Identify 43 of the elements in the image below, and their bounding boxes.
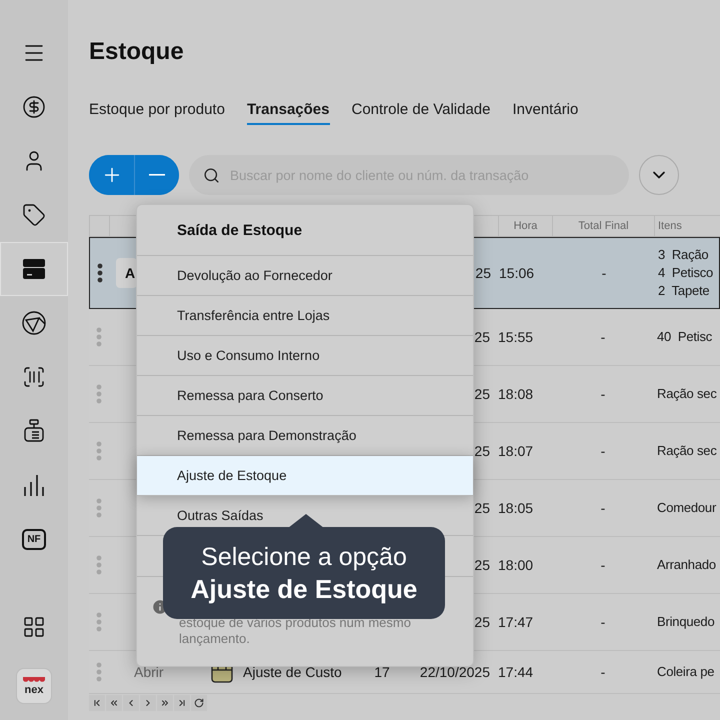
- menu-title: Saída de Estoque: [177, 222, 302, 238]
- table-cell: 18:00: [498, 557, 534, 573]
- table-cell: -: [600, 664, 606, 680]
- table-cell: 17: [374, 664, 390, 680]
- table-cell-text: Coleira pe: [656, 663, 716, 681]
- page-title: Estoque: [89, 37, 185, 67]
- table-cell: 25: [475, 265, 491, 281]
- column-header: Total Final: [578, 220, 629, 232]
- table-cell: 25: [474, 386, 490, 402]
- table-cell-text: Ração sec: [656, 442, 718, 460]
- table-cell: 18:07: [498, 443, 534, 459]
- table-cell: 25: [474, 614, 490, 630]
- column-header: Itens: [658, 220, 682, 232]
- table-cell-text: Comedour: [656, 499, 718, 517]
- table-cell: 18:08: [498, 386, 534, 402]
- info-text: estoque de vários produtos num mesmo lançamento.: [179, 614, 412, 647]
- table-cell: 15:06: [499, 265, 534, 281]
- table-cell: 15:55: [498, 329, 534, 345]
- table-cell: Ajuste de Custo: [243, 664, 342, 680]
- logo-text: nex: [24, 684, 44, 696]
- table-cell: 25: [474, 443, 490, 459]
- nf-icon: NF: [22, 528, 46, 550]
- table-cell-text: Ração sec: [656, 385, 718, 403]
- table-cell: 22/10/2025: [420, 664, 490, 680]
- tooltip-text: Selecione a opção: [201, 542, 407, 572]
- table-cell: -: [600, 500, 606, 516]
- table-cell: -: [600, 614, 606, 630]
- table-cell: -: [600, 443, 606, 459]
- table-cell-text: Brinquedo: [656, 613, 716, 631]
- table-cell: 18:05: [498, 500, 534, 516]
- table-cell-text: 40 Petisc: [656, 328, 714, 346]
- table-cell: -: [600, 557, 606, 573]
- table-cell: 25: [474, 500, 490, 516]
- table-cell: 25: [474, 329, 490, 345]
- table-cell: 17:47: [498, 614, 534, 630]
- table-cell: 25: [474, 557, 490, 573]
- table-cell-text: 3 Ração 4 Petisco 2 Tapete: [657, 246, 714, 300]
- table-cell: 17:44: [498, 664, 534, 680]
- column-header: Hora: [514, 220, 538, 232]
- table-cell: -: [600, 329, 606, 345]
- table-cell: -: [600, 386, 606, 402]
- table-cell-text: Arranhado: [656, 556, 717, 574]
- table-cell: -: [602, 265, 606, 281]
